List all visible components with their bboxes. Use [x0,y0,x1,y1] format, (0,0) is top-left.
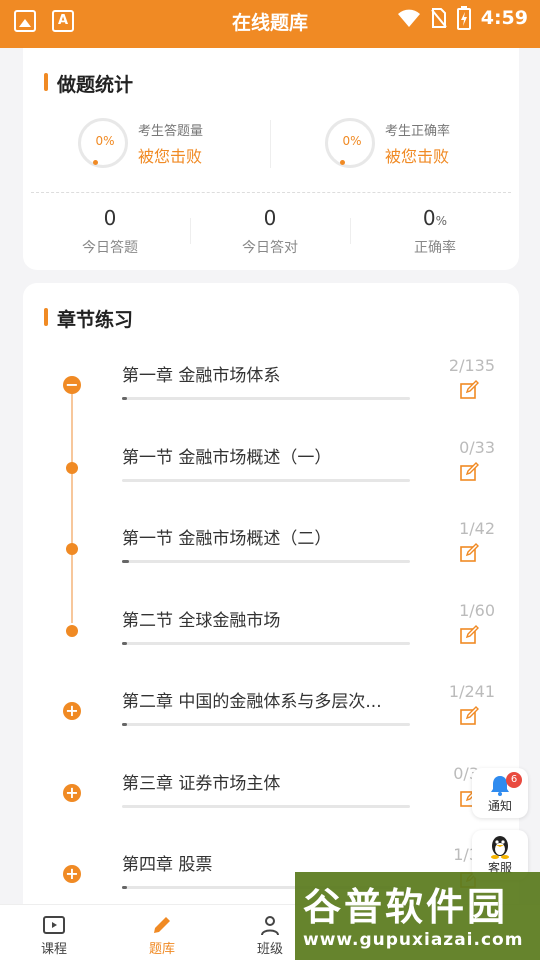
stats-section-title: 做题统计 [57,74,134,96]
answer-volume-label: 考生答题量 [138,124,204,139]
ring-progress-dot [340,160,345,165]
play-icon [43,916,65,934]
wifi-icon [397,9,420,27]
chapter-progress-fill [122,886,127,889]
divider [190,218,191,244]
edit-icon[interactable] [459,380,479,400]
tab-label: 课程 [40,942,67,957]
chapter-card: 章节练习 − 第一章 金融市场体系 2/135 第一节 金融市场概述（一） 0/33 第一… [23,283,519,923]
chapter-progress-fill [122,641,127,645]
chapter-row[interactable]: 第二节 全球金融市场 1/60 [23,591,519,671]
chapter-progress-bar [122,804,410,808]
battery-charging-icon [456,6,471,30]
today-correct-number: 0 [263,206,277,230]
stats-card: 做题统计 0% 考生答题量 被您击败 0% 考生正确率 被您击败 0 今日答题 … [23,48,519,270]
today-correct-label: 今日答对 [242,240,298,256]
chapter-name: 第二章 中国的金融体系与多层次... [122,692,382,712]
chapter-progress-bar [122,560,410,563]
chapter-progress-fill [122,397,127,400]
chapter-progress-bar [122,723,410,726]
answer-volume-percent: 0% [95,134,115,148]
chapter-progress-bar [122,478,410,482]
chapter-row[interactable]: + 第二章 中国的金融体系与多层次... 1/241 [23,672,519,752]
answer-volume-value: 被您击败 [138,147,203,166]
notify-badge: 6 [506,772,522,788]
accuracy-rate-label: 正确率 [414,240,456,256]
status-time: 4:59 [480,7,528,29]
chapter-progress-fill [122,560,129,563]
tab-question-bank[interactable]: 题库 [108,905,216,960]
chapter-name: 第一章 金融市场体系 [122,366,281,386]
chapter-section-title: 章节练习 [57,309,134,331]
chapter-progress-fill [122,723,127,726]
expand-icon[interactable]: + [63,783,81,802]
edit-icon[interactable] [459,543,479,563]
chapter-count: 1/42 [459,519,495,538]
watermark-title: 谷普软件园 [303,885,509,929]
divider [350,218,351,244]
chapter-progress-bar [122,641,410,645]
accuracy-value: 被您击败 [385,147,450,166]
timeline-dot [66,461,78,474]
today-answered-number: 0 [103,206,117,230]
accuracy-rate-value: 0% [385,206,485,230]
chapter-name: 第三章 证券市场主体 [122,773,281,794]
expand-icon[interactable]: + [63,865,81,883]
chapter-name: 第二节 全球金融市场 [122,610,281,631]
section-accent-bar [44,73,48,91]
notify-button[interactable]: 6 通知 [472,768,528,818]
person-icon [261,916,279,936]
collapse-icon[interactable]: − [63,376,81,394]
tab-label: 题库 [148,942,175,957]
expand-icon[interactable]: + [63,702,81,720]
edit-icon[interactable] [459,706,479,726]
chapter-row[interactable]: 第一节 金融市场概述（二） 1/42 [23,509,519,589]
ring-progress-dot [93,160,98,165]
tab-course[interactable]: 课程 [0,905,108,960]
today-correct-value: 0 [220,206,320,230]
edit-icon[interactable] [459,624,479,645]
pencil-icon [154,917,170,933]
divider [270,120,271,168]
chapter-count: 1/60 [459,600,495,620]
section-accent-bar [44,308,48,326]
status-right: 4:59 [397,6,528,30]
chapter-progress-bar [122,397,410,400]
qq-penguin-icon [491,836,509,859]
accuracy-rate-number: 0 [422,206,436,230]
dashed-divider [31,192,511,193]
chapter-count: 1/241 [448,682,495,701]
today-answered-label: 今日答题 [82,240,138,256]
accuracy-label: 考生正确率 [385,124,451,139]
today-answered-value: 0 [60,206,160,230]
edit-icon[interactable] [459,461,479,482]
no-sim-icon [430,8,447,28]
accuracy-percent: 0% [342,134,362,148]
notify-label: 通知 [487,799,512,813]
watermark-url: www.gupuxiazai.com [303,930,524,950]
watermark-logo: 谷普软件园 www.gupuxiazai.com [295,872,540,960]
chapter-row[interactable]: − 第一章 金融市场体系 2/135 [23,346,519,426]
chapter-count: 2/135 [448,356,495,375]
chapter-name: 第一节 金融市场概述（二） [122,529,332,549]
chapter-row[interactable]: +第三章 证券市场主体0/3… [23,754,519,834]
timeline-dot [66,624,78,637]
chapter-count: 0/33 [459,437,495,457]
chapter-row[interactable]: 第一节 金融市场概述（一） 0/33 [23,428,519,508]
percent-unit: % [435,214,448,228]
timeline-dot [66,543,78,555]
app-header: A 在线题库 4:59 [0,0,540,48]
chapter-name: 第一节 金融市场概述（一） [122,447,332,468]
